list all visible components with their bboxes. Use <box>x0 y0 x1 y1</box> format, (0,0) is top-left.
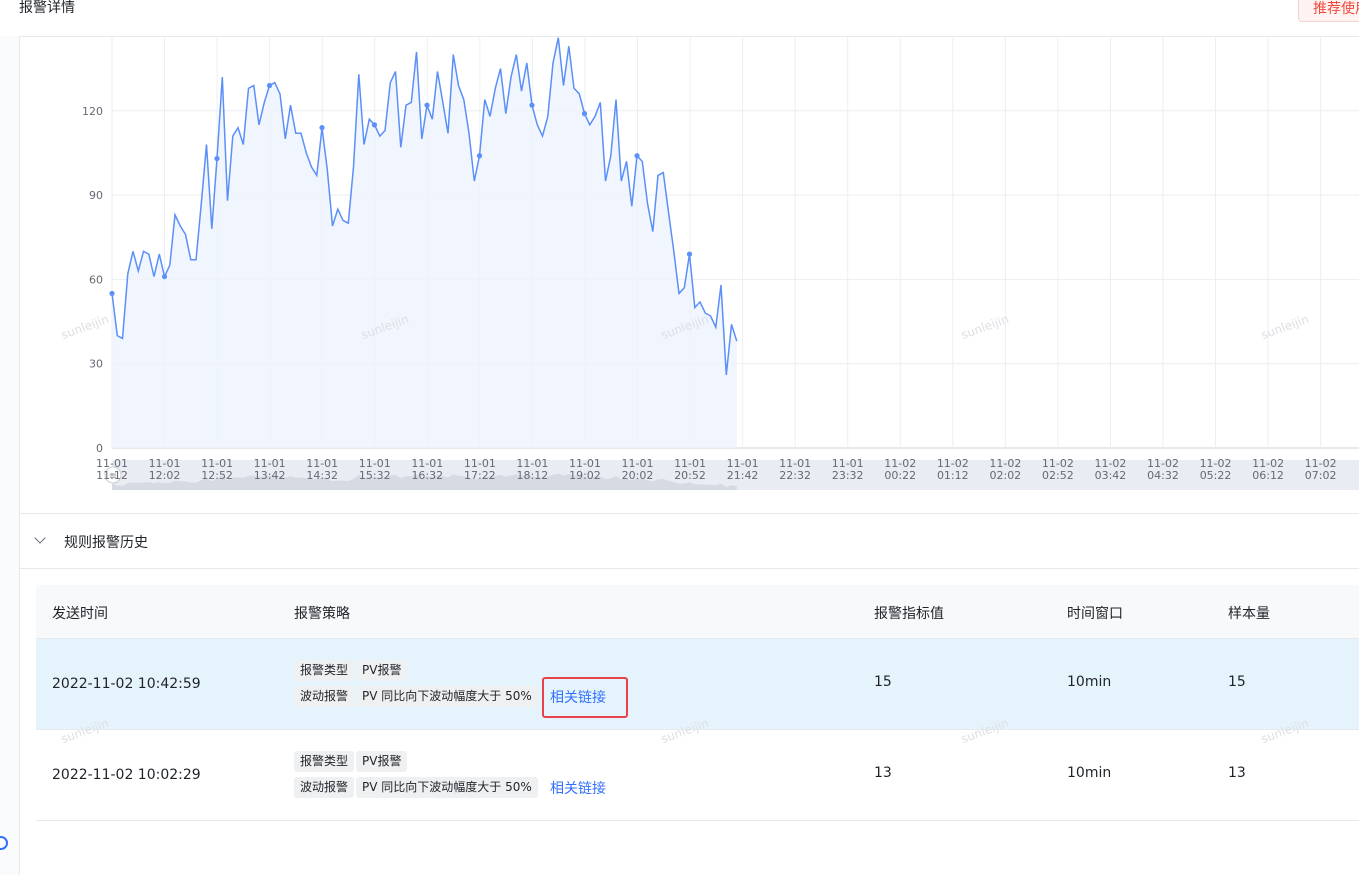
time-window: 10min <box>1067 674 1112 690</box>
send-time: 2022-11-02 10:42:59 <box>52 676 201 692</box>
x-tick-time: 16:32 <box>411 469 443 482</box>
tag-value: PV 同比向下波动幅度大于 50% <box>356 777 538 798</box>
x-tick-time: 07:02 <box>1305 469 1337 482</box>
data-point[interactable] <box>319 125 325 131</box>
data-point[interactable] <box>634 153 640 159</box>
x-tick-time: 18:12 <box>517 469 549 482</box>
data-point[interactable] <box>266 82 273 89</box>
y-tick-label: 120 <box>82 105 103 118</box>
data-point[interactable] <box>424 102 430 108</box>
x-tick-time: 17:22 <box>464 469 496 482</box>
x-tick-time: 15:32 <box>359 469 391 482</box>
alert-history-table: 发送时间 报警策略 报警指标值 时间窗口 样本量 2022-11-02 10:4… <box>36 585 1359 821</box>
y-tick-label: 60 <box>89 273 103 286</box>
data-point[interactable] <box>161 273 168 280</box>
x-tick-time: 21:42 <box>727 469 759 482</box>
data-point[interactable] <box>371 122 378 128</box>
tag-value: PV报警 <box>356 751 408 772</box>
x-tick-time: 11:12 <box>96 469 128 482</box>
table-header: 发送时间 报警策略 报警指标值 时间窗口 样本量 <box>36 585 1359 639</box>
section-title: 规则报警历史 <box>64 535 148 551</box>
col-time-window: 时间窗口 <box>1067 606 1123 622</box>
related-link[interactable]: 相关链接 <box>550 778 606 798</box>
top-bar: 报警详情 推荐使用 <box>0 0 1359 37</box>
data-point[interactable] <box>686 251 693 257</box>
x-tick-time: 20:52 <box>674 469 706 482</box>
x-tick-time: 06:12 <box>1252 469 1284 482</box>
tag-key: 报警类型 <box>294 660 355 681</box>
page-title: 报警详情 <box>19 0 75 16</box>
x-tick-time: 22:32 <box>779 469 811 482</box>
series-area <box>112 37 737 448</box>
tag-value: PV报警 <box>356 660 408 681</box>
time-window: 10min <box>1067 765 1112 781</box>
col-metric-value: 报警指标值 <box>874 606 944 622</box>
tag-value: PV 同比向下波动幅度大于 50% <box>356 686 538 707</box>
x-tick-time: 12:52 <box>201 469 233 482</box>
col-sample-size: 样本量 <box>1228 606 1270 622</box>
recommend-button[interactable]: 推荐使用 <box>1298 0 1359 22</box>
data-point[interactable] <box>581 111 588 117</box>
col-send-time: 发送时间 <box>52 606 108 622</box>
table-row[interactable]: 2022-11-02 10:42:59 报警类型 PV报警 波动报警 PV 同比… <box>36 639 1359 730</box>
tag-key: 波动报警 <box>294 686 355 707</box>
tag-key: 报警类型 <box>294 751 355 772</box>
chevron-down-icon[interactable] <box>34 532 46 544</box>
type-tags: 报警类型 PV报警 <box>294 751 408 772</box>
col-strategy: 报警策略 <box>294 606 350 622</box>
y-tick-label: 0 <box>96 442 103 455</box>
x-tick-time: 04:32 <box>1147 469 1179 482</box>
x-tick-time: 00:22 <box>884 469 916 482</box>
x-tick-time: 05:22 <box>1200 469 1232 482</box>
x-tick-time: 02:52 <box>1042 469 1074 482</box>
sample-size: 13 <box>1228 765 1246 781</box>
data-point[interactable] <box>214 155 220 162</box>
x-tick-time: 20:02 <box>622 469 654 482</box>
tag-key: 波动报警 <box>294 777 355 798</box>
y-tick-label: 90 <box>89 189 103 202</box>
data-point[interactable] <box>529 102 535 108</box>
metric-value: 15 <box>874 674 892 690</box>
metric-value: 13 <box>874 765 892 781</box>
strategy-tags: 波动报警 PV 同比向下波动幅度大于 50% <box>294 686 538 707</box>
x-tick-time: 03:42 <box>1095 469 1127 482</box>
strategy-tags: 波动报警 PV 同比向下波动幅度大于 50% <box>294 777 538 798</box>
x-tick-time: 19:02 <box>569 469 601 482</box>
send-time: 2022-11-02 10:02:29 <box>52 767 201 783</box>
x-tick-time: 02:02 <box>989 469 1021 482</box>
history-section-header[interactable]: 规则报警历史 <box>20 514 1359 569</box>
x-tick-time: 13:42 <box>254 469 286 482</box>
type-tags: 报警类型 PV报警 <box>294 660 408 681</box>
x-tick-time: 14:32 <box>306 469 338 482</box>
table-row[interactable]: 2022-11-02 10:02:29 报警类型 PV报警 波动报警 PV 同比… <box>36 730 1359 821</box>
x-tick-time: 01:12 <box>937 469 969 482</box>
data-point[interactable] <box>109 290 115 297</box>
x-tick-time: 12:02 <box>149 469 181 482</box>
pv-line-chart: 0306090120 ≡ 11-0111:1211-0112:0211-0112… <box>82 36 1359 490</box>
link-highlight-annotation <box>542 677 628 718</box>
sample-size: 15 <box>1228 674 1246 690</box>
data-point[interactable] <box>476 153 483 159</box>
x-tick-time: 23:32 <box>832 469 864 482</box>
y-tick-label: 30 <box>89 358 103 371</box>
